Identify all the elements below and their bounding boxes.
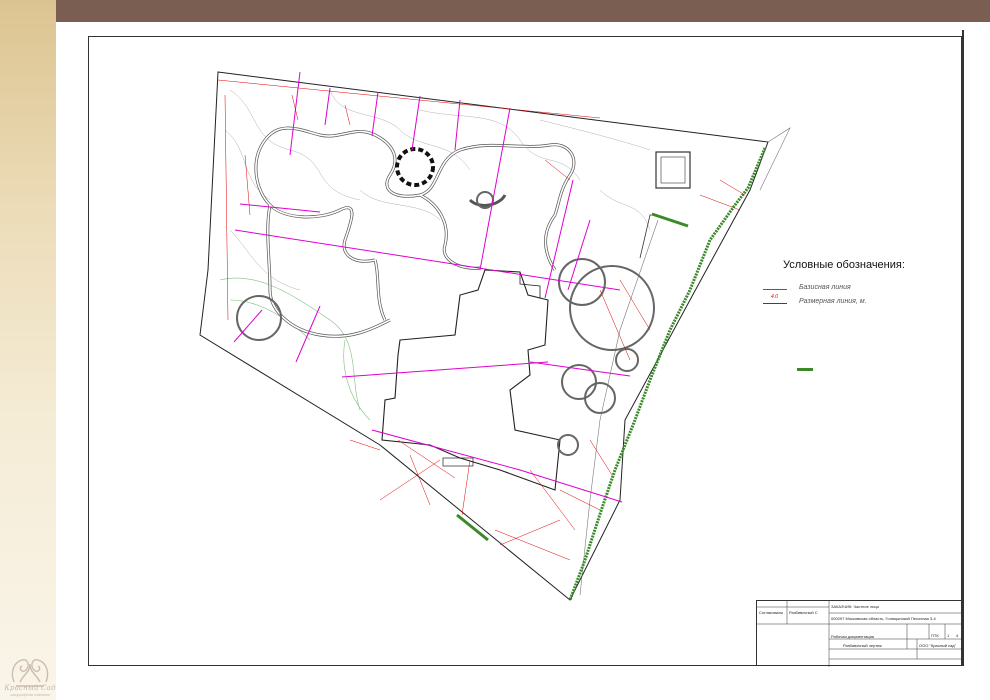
legend-label: Базисная линия bbox=[799, 284, 851, 291]
customer-text: ЗАКАЗЧИК: Частное лицо bbox=[831, 604, 879, 609]
dim-marker: 4.0 bbox=[771, 294, 778, 300]
title-block: ЗАКАЗЧИК: Частное лицо 000297 Московская… bbox=[756, 600, 963, 667]
legend-title: Условные обозначения: bbox=[783, 259, 905, 271]
approved-value: Разбивочный С bbox=[789, 610, 818, 615]
sheets-total-text: 4 bbox=[956, 633, 959, 638]
company-text: ООО "Красный сад" bbox=[919, 643, 957, 648]
dim-line-swatch bbox=[763, 303, 787, 304]
address-text: 000297 Московская область, Голицынский П… bbox=[831, 616, 936, 621]
approved-label: Согласовано bbox=[759, 610, 784, 615]
sheet-title-text: Разбивочный чертеж bbox=[843, 643, 882, 648]
stage-text: Рабочая документация bbox=[831, 634, 874, 639]
tree-canopy-lines bbox=[219, 277, 371, 421]
sheet-code-text: ПТК bbox=[931, 633, 939, 638]
site-plan-drawing bbox=[199, 71, 813, 601]
sheet-num-text: 1 bbox=[947, 633, 950, 638]
legend-label: Размерная линия, м. bbox=[799, 298, 867, 305]
base-line-swatch bbox=[763, 289, 787, 290]
gazebo bbox=[395, 147, 435, 187]
hedge-legend-swatch bbox=[797, 368, 813, 371]
